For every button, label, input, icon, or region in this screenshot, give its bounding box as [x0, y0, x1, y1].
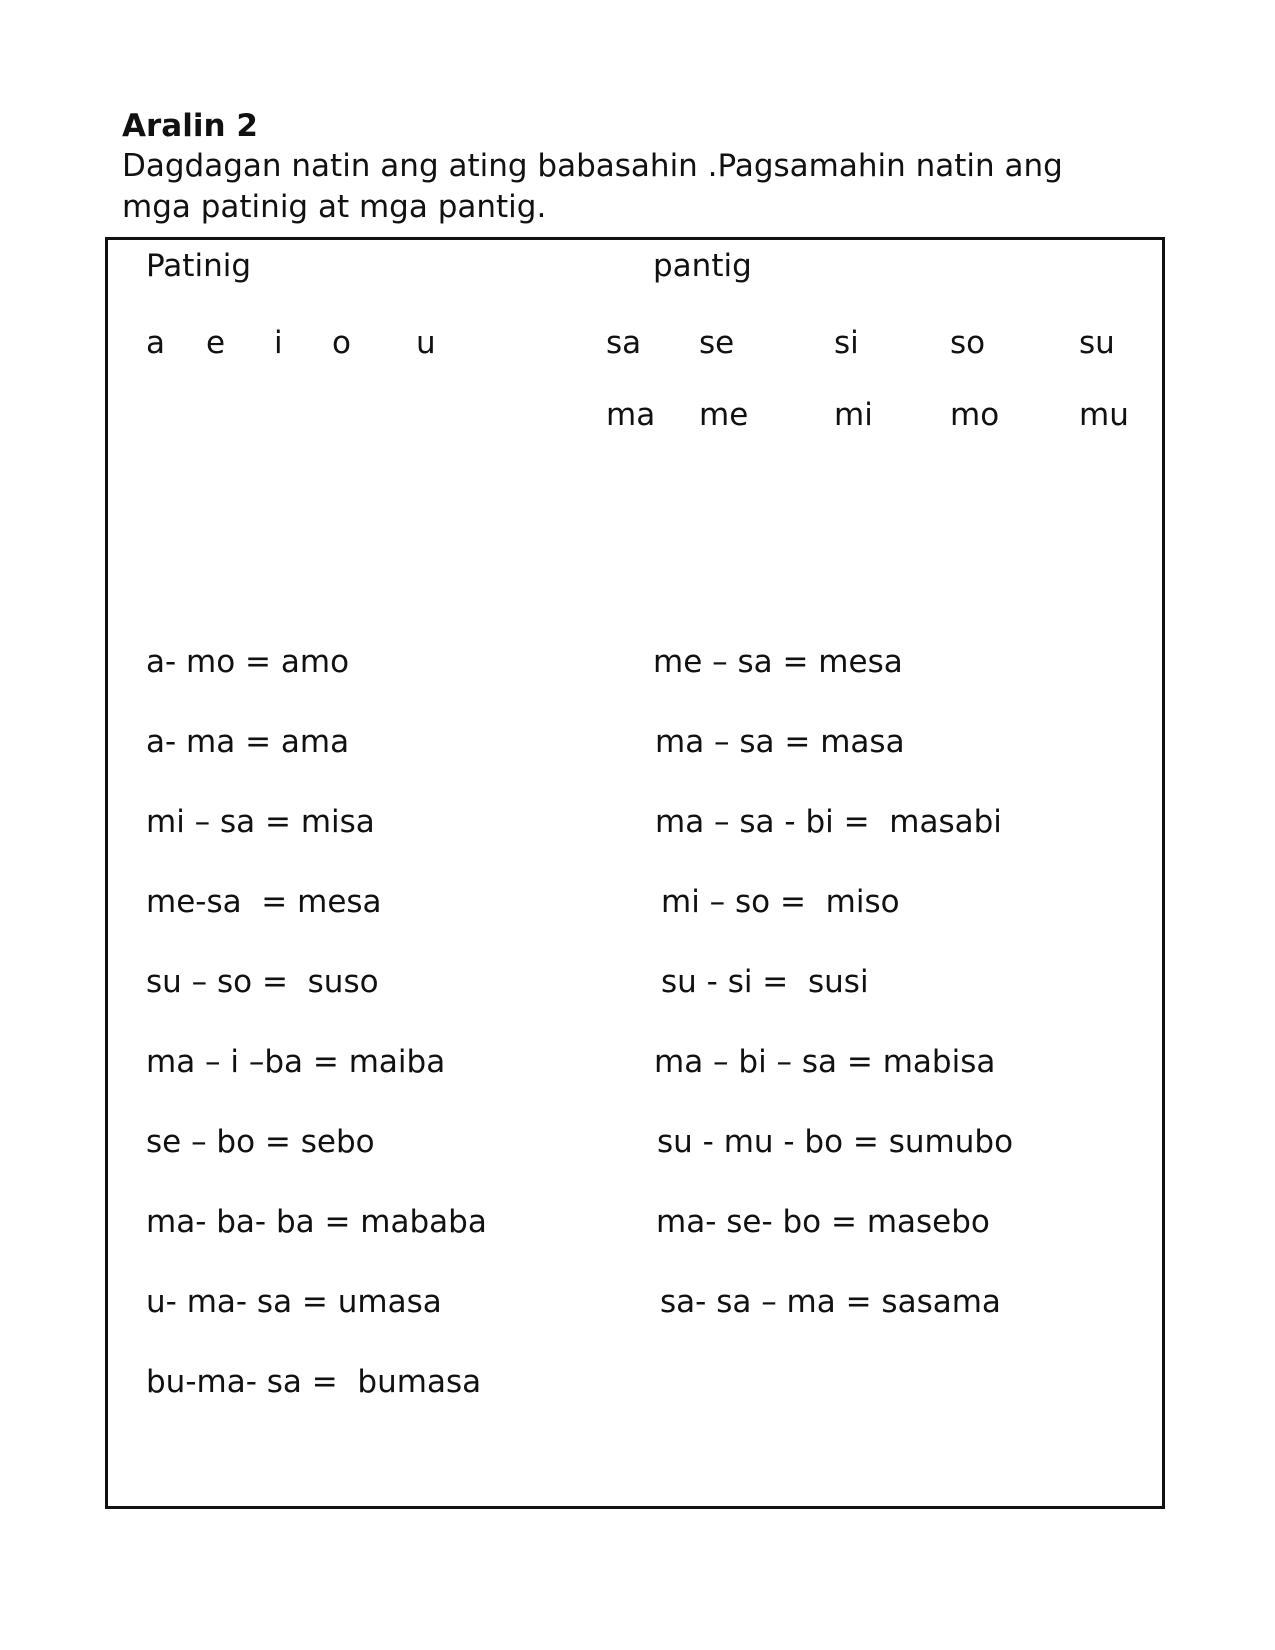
syllable: mo: [950, 397, 1000, 433]
instructions-line-2: mga patinig at mga pantig.: [122, 189, 547, 225]
word-equation: bu-ma- sa = bumasa: [146, 1364, 482, 1400]
word-equation: sa- sa – ma = sasama: [660, 1284, 1001, 1320]
vowel: e: [206, 325, 226, 361]
syllable: su: [1079, 325, 1115, 361]
word-equation: ma- ba- ba = mababa: [146, 1204, 487, 1240]
word-equation: mi – so = miso: [661, 884, 900, 920]
vowel: a: [146, 325, 165, 361]
instructions-line-1: Dagdagan natin ang ating babasahin .Pags…: [122, 148, 1063, 184]
vowels-header: Patinig: [146, 248, 252, 284]
word-equation: su - si = susi: [661, 964, 869, 1000]
word-equation: a- ma = ama: [146, 724, 350, 760]
syllable: mu: [1079, 397, 1129, 433]
lesson-title: Aralin 2: [122, 108, 258, 144]
syllables-header: pantig: [653, 248, 752, 284]
word-equation: ma – i –ba = maiba: [146, 1044, 446, 1080]
syllable: me: [699, 397, 749, 433]
syllable: si: [834, 325, 859, 361]
word-equation: mi – sa = misa: [146, 804, 375, 840]
syllable: mi: [834, 397, 873, 433]
vowel: o: [332, 325, 351, 361]
instructions: Dagdagan natin ang ating babasahin .Pags…: [122, 146, 1162, 228]
word-equation: u- ma- sa = umasa: [146, 1284, 442, 1320]
word-equation: su – so = suso: [146, 964, 379, 1000]
word-equation: ma – sa = masa: [655, 724, 905, 760]
word-equation: me – sa = mesa: [653, 644, 903, 680]
syllable: ma: [606, 397, 656, 433]
word-equation: su - mu - bo = sumubo: [657, 1124, 1014, 1160]
vowel: u: [416, 325, 436, 361]
vowel: i: [274, 325, 283, 361]
lesson-box: Patinig pantig a e i o u sa se si so su …: [105, 237, 1165, 1509]
word-equation: me-sa = mesa: [146, 884, 382, 920]
word-equation: se – bo = sebo: [146, 1124, 375, 1160]
syllable: se: [699, 325, 735, 361]
syllable: so: [950, 325, 986, 361]
word-equation: ma – bi – sa = mabisa: [654, 1044, 996, 1080]
word-equation: ma- se- bo = masebo: [656, 1204, 990, 1240]
word-equation: a- mo = amo: [146, 644, 350, 680]
word-equation: ma – sa - bi = masabi: [655, 804, 1002, 840]
syllable: sa: [606, 325, 642, 361]
